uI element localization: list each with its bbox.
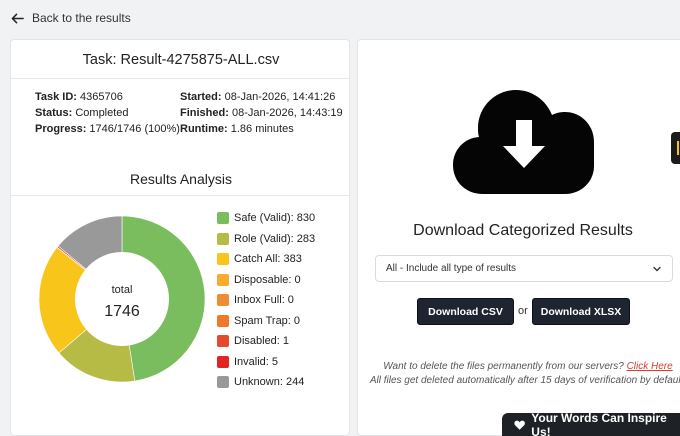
started-value: 08-Jan-2026, 14:41:26	[224, 91, 336, 103]
chart-legend: Safe (Valid): 830 Role (Valid): 283 Catch …	[217, 208, 315, 393]
delete-note: Want to delete the files permanently fro…	[368, 360, 680, 388]
task-id-value: 4365706	[80, 91, 123, 103]
task-meta-left: Task ID: 4365706 Status: Completed Progr…	[35, 89, 185, 137]
legend-label: Safe (Valid): 830	[234, 212, 316, 225]
donut-total-label: total	[112, 284, 133, 296]
legend-item[interactable]: Catch All: 383	[217, 249, 315, 270]
divider	[11, 195, 351, 196]
legend-label: Invalid: 5	[234, 355, 279, 368]
results-analysis-title: Results Analysis	[130, 171, 232, 187]
delete-files-link[interactable]: Click Here	[627, 361, 673, 372]
donut-hole	[75, 252, 169, 346]
or-separator: or	[518, 305, 528, 317]
download-xlsx-button[interactable]: Download XLSX	[532, 298, 630, 325]
delete-prompt: Want to delete the files permanently fro…	[383, 361, 624, 372]
status-value: Completed	[75, 107, 129, 119]
download-title: Download Categorized Results	[413, 222, 633, 239]
legend-label: Disposable: 0	[234, 273, 301, 286]
download-card: Download Categorized Results All - Inclu…	[357, 39, 680, 436]
started-label: Started:	[180, 91, 222, 103]
runtime-label: Runtime:	[180, 123, 228, 135]
legend-item[interactable]: Spam Trap: 0	[217, 311, 315, 332]
progress-value: 1746/1746 (100%)	[89, 123, 180, 135]
inspire-us-button[interactable]: Your Words Can Inspire Us!	[502, 410, 680, 436]
chevron-down-icon	[653, 266, 661, 271]
divider	[11, 78, 351, 79]
legend-swatch	[217, 212, 229, 225]
legend-swatch	[217, 294, 229, 307]
cloud-download-icon	[453, 90, 594, 194]
back-to-results-link[interactable]: Back to the results	[11, 11, 131, 25]
legend-swatch	[217, 273, 229, 286]
legend-swatch	[217, 314, 229, 327]
task-meta-right: Started: 08-Jan-2026, 14:41:26 Finished:…	[180, 89, 350, 137]
finished-value: 08-Jan-2026, 14:43:19	[231, 107, 343, 119]
legend-label: Disabled: 1	[234, 335, 290, 348]
legend-label: Spam Trap: 0	[234, 314, 301, 327]
result-type-selected: All - Include all type of results	[386, 263, 517, 274]
legend-item[interactable]: Disposable: 0	[217, 270, 315, 291]
legend-swatch	[217, 355, 229, 368]
legend-item[interactable]: Unknown: 244	[217, 372, 315, 393]
legend-item[interactable]: Disabled: 1	[217, 331, 315, 352]
legend-swatch	[217, 232, 229, 245]
legend-label: Catch All: 383	[234, 253, 302, 266]
finished-label: Finished:	[180, 107, 229, 119]
legend-item[interactable]: Role (Valid): 283	[217, 229, 315, 250]
legend-swatch	[217, 335, 229, 348]
status-label: Status:	[35, 107, 73, 119]
runtime-value: 1.86 minutes	[230, 123, 294, 135]
task-id-label: Task ID:	[35, 91, 77, 103]
arrow-left-icon	[11, 13, 24, 23]
legend-item[interactable]: Inbox Full: 0	[217, 290, 315, 311]
donut-total-value: 1746	[104, 303, 140, 320]
result-type-select[interactable]: All - Include all type of results	[375, 255, 673, 282]
progress-label: Progress:	[35, 123, 87, 135]
back-link-label: Back to the results	[32, 11, 131, 25]
auto-delete-note: All files get deleted automatically afte…	[369, 375, 680, 386]
task-title: Task: Result-4275875-ALL.csv	[82, 52, 280, 68]
legend-item[interactable]: Invalid: 5	[217, 352, 315, 373]
heart-icon	[514, 420, 525, 430]
legend-swatch	[217, 253, 229, 266]
task-summary-card: Task: Result-4275875-ALL.csv Task ID: 43…	[10, 39, 351, 436]
side-feedback-tab[interactable]	[671, 132, 680, 164]
results-donut-chart: total 1746	[38, 215, 206, 383]
download-csv-button[interactable]: Download CSV	[417, 298, 514, 325]
legend-label: Unknown: 244	[234, 376, 305, 389]
legend-label: Inbox Full: 0	[234, 294, 294, 307]
legend-swatch	[217, 376, 229, 389]
legend-label: Role (Valid): 283	[234, 232, 316, 245]
inspire-us-label: Your Words Can Inspire Us!	[531, 410, 667, 436]
legend-item[interactable]: Safe (Valid): 830	[217, 208, 315, 229]
